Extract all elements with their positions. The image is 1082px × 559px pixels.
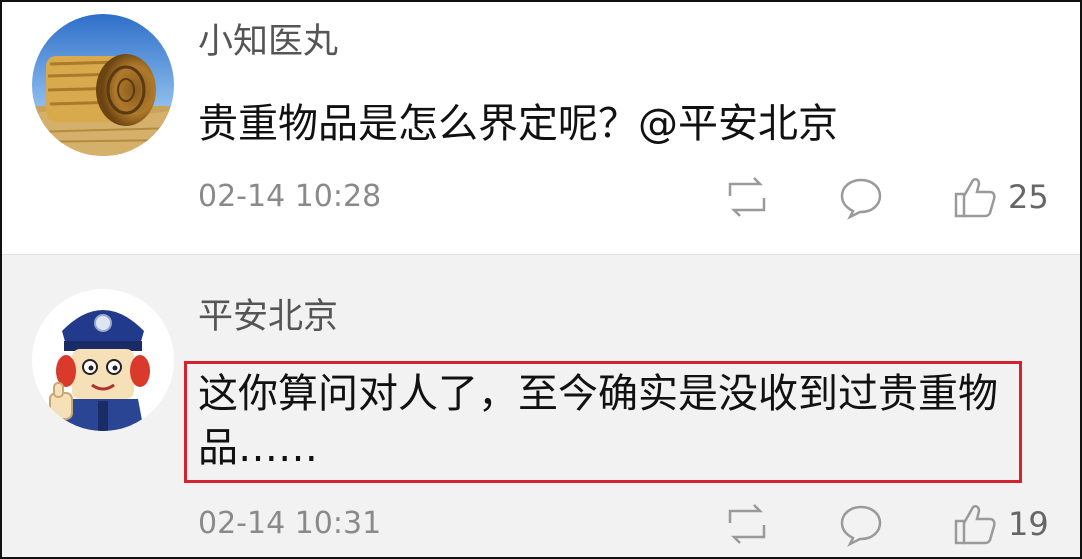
repost-icon[interactable] xyxy=(724,174,770,224)
comment-item: 平安北京 这你算问对人了，至今确实是没收到过贵重物品…… 02-14 10:31… xyxy=(2,254,1080,557)
like-count: 19 xyxy=(1008,505,1049,543)
timestamp: 02-14 10:31 xyxy=(198,506,382,541)
comment-text: 这你算问对人了，至今确实是没收到过贵重物品…… xyxy=(198,371,998,471)
avatar[interactable] xyxy=(32,289,174,431)
comment-item: 小知医丸 贵重物品是怎么界定呢？@平安北京 02-14 10:28 25 xyxy=(2,2,1080,254)
thumbs-up-icon xyxy=(954,505,996,545)
police-officer-avatar-image xyxy=(32,289,174,431)
comment-text: 贵重物品是怎么界定呢？@平安北京 xyxy=(198,101,838,147)
hay-bale-avatar-image xyxy=(32,14,174,156)
username[interactable]: 平安北京 xyxy=(198,300,338,335)
avatar[interactable] xyxy=(32,14,174,156)
like-button[interactable]: 25 xyxy=(952,174,1049,220)
like-count: 25 xyxy=(1008,178,1049,216)
timestamp: 02-14 10:28 xyxy=(198,179,382,214)
username[interactable]: 小知医丸 xyxy=(198,25,338,60)
repost-icon[interactable] xyxy=(724,501,770,551)
comment-bubble-icon[interactable] xyxy=(838,501,884,551)
thumbs-up-icon xyxy=(954,178,996,218)
comment-list: 小知医丸 贵重物品是怎么界定呢？@平安北京 02-14 10:28 25 平安北… xyxy=(0,0,1082,559)
like-button[interactable]: 19 xyxy=(952,501,1049,547)
comment-bubble-icon[interactable] xyxy=(838,174,884,224)
